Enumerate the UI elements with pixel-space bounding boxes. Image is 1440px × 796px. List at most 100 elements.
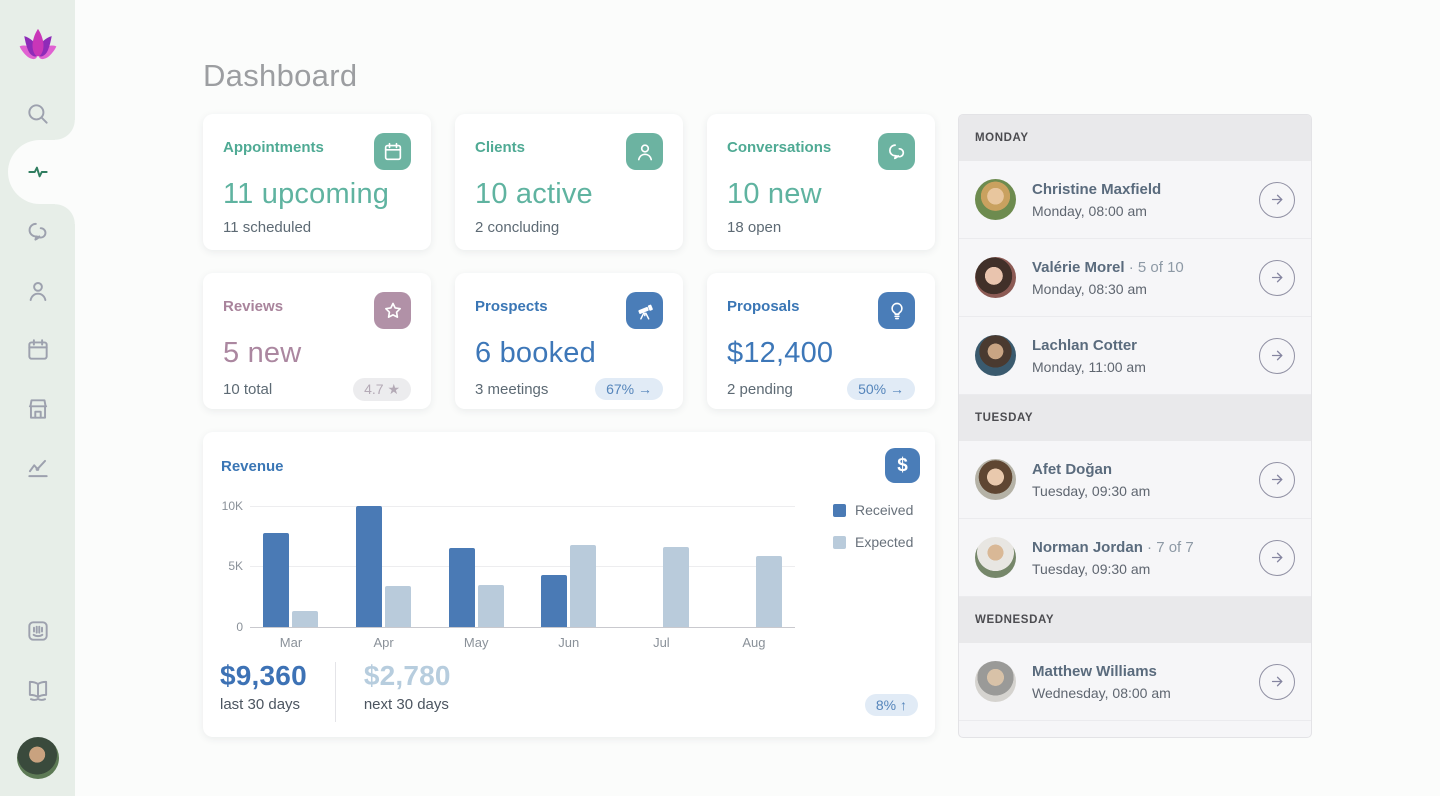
avatar bbox=[975, 335, 1016, 376]
x-label: Aug bbox=[726, 635, 782, 650]
schedule-row-christine[interactable]: Christine Maxfield Monday, 08:00 am bbox=[959, 161, 1311, 239]
bar-group-jun bbox=[541, 506, 596, 627]
card-subtext: 11 scheduled bbox=[223, 219, 311, 236]
person-name: Lachlan Cotter bbox=[1032, 337, 1137, 354]
x-axis-labels: Mar Apr May Jun Jul Aug bbox=[250, 635, 795, 650]
avatar bbox=[975, 459, 1016, 500]
book-icon bbox=[25, 677, 51, 703]
avatar bbox=[975, 537, 1016, 578]
card-subtext: 2 pending bbox=[727, 381, 793, 398]
card-appointments[interactable]: Appointments 11 upcoming 11 scheduled bbox=[203, 114, 431, 250]
chart-bars bbox=[250, 506, 795, 627]
schedule-row-norman[interactable]: Norman Jordan · 7 of 7 Tuesday, 09:30 am bbox=[959, 519, 1311, 597]
arrow-right-icon bbox=[1269, 191, 1286, 208]
bar-group-aug bbox=[727, 506, 782, 627]
activity-icon bbox=[25, 159, 51, 185]
bar-expected-jul bbox=[663, 547, 689, 627]
bar-expected-apr bbox=[385, 586, 411, 627]
open-appointment-button[interactable] bbox=[1259, 462, 1295, 498]
received-swatch bbox=[833, 504, 846, 517]
bar-group-apr bbox=[356, 506, 411, 627]
card-value: 10 active bbox=[475, 178, 663, 211]
card-clients[interactable]: Clients 10 active 2 concluding bbox=[455, 114, 683, 250]
card-value: 11 upcoming bbox=[223, 178, 411, 211]
avatar bbox=[975, 179, 1016, 220]
bar-received-apr bbox=[356, 506, 382, 627]
revenue-title: Revenue bbox=[221, 458, 284, 475]
open-appointment-button[interactable] bbox=[1259, 664, 1295, 700]
telescope-icon bbox=[626, 292, 663, 329]
user-avatar[interactable] bbox=[17, 737, 59, 779]
schedule-row-afet[interactable]: Afet Doğan Tuesday, 09:30 am bbox=[959, 441, 1311, 519]
x-label: May bbox=[448, 635, 504, 650]
sidebar-item-activity[interactable] bbox=[25, 159, 51, 185]
arrow-right-icon bbox=[1269, 549, 1286, 566]
dollar-icon: $ bbox=[885, 448, 920, 483]
sidebar-item-calendar[interactable] bbox=[25, 337, 51, 363]
sidebar-item-library[interactable] bbox=[25, 677, 51, 703]
card-value: $12,400 bbox=[727, 337, 915, 370]
page-title: Dashboard bbox=[203, 58, 357, 94]
session-meta: · 7 of 7 bbox=[1143, 539, 1194, 556]
lotus-logo bbox=[16, 27, 60, 67]
bar-received-may bbox=[449, 548, 475, 627]
x-label: Apr bbox=[356, 635, 412, 650]
card-subtext: 18 open bbox=[727, 219, 781, 236]
card-proposals[interactable]: Proposals $12,400 2 pending 50% → bbox=[707, 273, 935, 409]
open-appointment-button[interactable] bbox=[1259, 260, 1295, 296]
card-value: 6 booked bbox=[475, 337, 663, 370]
sidebar-item-clients[interactable] bbox=[25, 278, 51, 304]
arrow-right-icon bbox=[1269, 269, 1286, 286]
bar-group-mar bbox=[263, 506, 318, 627]
card-reviews[interactable]: Reviews 5 new 10 total 4.7 ★ bbox=[203, 273, 431, 409]
search-icon bbox=[25, 101, 51, 127]
calendar-icon bbox=[374, 133, 411, 170]
sidebar-item-analytics[interactable] bbox=[25, 455, 51, 481]
bar-expected-mar bbox=[292, 611, 318, 627]
person-name: Afet Doğan bbox=[1032, 461, 1112, 478]
person-name: Matthew Williams bbox=[1032, 663, 1157, 680]
sidebar-item-search[interactable] bbox=[25, 101, 51, 127]
person-icon bbox=[626, 133, 663, 170]
card-title: Proposals bbox=[727, 292, 800, 315]
card-subtext: 2 concluding bbox=[475, 219, 559, 236]
sidebar-item-keypad[interactable] bbox=[25, 618, 51, 644]
schedule-row-matthew[interactable]: Matthew Williams Wednesday, 08:00 am bbox=[959, 643, 1311, 721]
sidebar-item-store[interactable] bbox=[25, 396, 51, 422]
conversion-badge: 67% → bbox=[595, 378, 663, 400]
avatar bbox=[975, 257, 1016, 298]
sidebar-item-conversations[interactable] bbox=[25, 219, 51, 245]
bar-received-jun bbox=[541, 575, 567, 627]
day-header-monday: MONDAY bbox=[959, 115, 1311, 161]
stat-label: next 30 days bbox=[364, 696, 451, 713]
card-conversations[interactable]: Conversations 10 new 18 open bbox=[707, 114, 935, 250]
card-title: Appointments bbox=[223, 133, 324, 156]
day-header-wednesday: WEDNESDAY bbox=[959, 597, 1311, 643]
legend-label: Expected bbox=[855, 534, 913, 550]
stats-divider bbox=[335, 662, 336, 722]
y-tick-0: 0 bbox=[205, 620, 243, 634]
schedule-row-valerie[interactable]: Valérie Morel · 5 of 10 Monday, 08:30 am bbox=[959, 239, 1311, 317]
legend-label: Received bbox=[855, 502, 913, 518]
session-meta: · 5 of 10 bbox=[1125, 259, 1184, 276]
avatar bbox=[975, 661, 1016, 702]
lightbulb-icon bbox=[878, 292, 915, 329]
card-prospects[interactable]: Prospects 6 booked 3 meetings 67% → bbox=[455, 273, 683, 409]
open-appointment-button[interactable] bbox=[1259, 338, 1295, 374]
open-appointment-button[interactable] bbox=[1259, 540, 1295, 576]
sidebar bbox=[0, 0, 75, 796]
bar-expected-aug bbox=[756, 556, 782, 627]
schedule-row-lachlan[interactable]: Lachlan Cotter Monday, 11:00 am bbox=[959, 317, 1311, 395]
chat-bubbles-icon bbox=[878, 133, 915, 170]
card-subtext: 10 total bbox=[223, 381, 272, 398]
open-appointment-button[interactable] bbox=[1259, 182, 1295, 218]
expected-swatch bbox=[833, 536, 846, 549]
appointment-time: Tuesday, 09:30 am bbox=[1032, 561, 1259, 577]
keypad-smile-icon bbox=[25, 618, 51, 644]
growth-badge: 8% ↑ bbox=[865, 694, 918, 716]
bar-expected-may bbox=[478, 585, 504, 627]
chart-legend: Received Expected bbox=[833, 502, 913, 566]
calendar-icon bbox=[25, 337, 51, 363]
person-name: Norman Jordan bbox=[1032, 539, 1143, 556]
revenue-stats: $9,360 last 30 days $2,780 next 30 days bbox=[220, 660, 451, 722]
